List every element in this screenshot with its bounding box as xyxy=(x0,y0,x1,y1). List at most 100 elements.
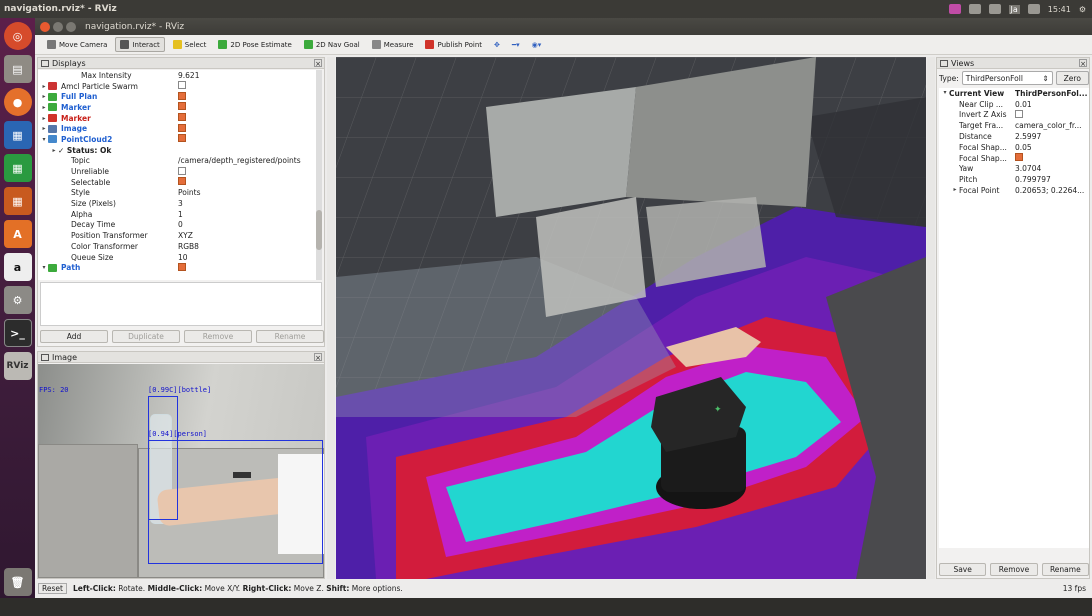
view-property-value[interactable]: 0.20653; 0.2264... xyxy=(1015,186,1084,195)
view-type-select[interactable]: ThirdPersonFoll ⇕ xyxy=(961,71,1053,85)
clock[interactable]: 15:41 xyxy=(1048,5,1071,14)
display-value[interactable]: /camera/depth_registered/points xyxy=(178,156,301,165)
zero-button[interactable]: Zero xyxy=(1055,71,1089,85)
display-row[interactable]: ▸ ✓ Status: Ok xyxy=(38,145,317,156)
displays-scrollbar[interactable] xyxy=(316,70,322,280)
view-property-value[interactable]: camera_color_fr... xyxy=(1015,121,1081,130)
display-row[interactable]: ▾ PointCloud2 xyxy=(38,134,317,145)
display-value[interactable]: XYZ xyxy=(178,231,193,240)
expand-arrow-icon[interactable]: ▾ xyxy=(941,89,949,98)
expand-arrow-icon[interactable]: ▸ xyxy=(40,83,48,90)
display-row[interactable]: Max Intensity 9.621 xyxy=(38,70,317,81)
view-property-value[interactable]: 0.799797 xyxy=(1015,175,1051,184)
minimize-button[interactable] xyxy=(53,21,63,32)
maximize-button[interactable] xyxy=(66,21,76,32)
view-property-value[interactable]: 0.01 xyxy=(1015,100,1032,109)
close-window-button[interactable] xyxy=(40,21,50,32)
indicator-icon[interactable] xyxy=(948,4,961,14)
remove-button[interactable]: Remove xyxy=(990,563,1038,576)
display-row[interactable]: ▾ Path xyxy=(38,262,317,273)
tool-measure[interactable]: Measure xyxy=(368,38,418,51)
view-property-row[interactable]: Distance 2.5997 xyxy=(939,131,1089,142)
ubuntu-home-icon[interactable]: ◎ xyxy=(3,22,32,50)
display-row[interactable]: Style Points xyxy=(38,188,317,199)
display-row[interactable]: Size (Pixels) 3 xyxy=(38,198,317,209)
writer-icon[interactable]: ▦ xyxy=(3,121,32,149)
tool-2d-nav-goal[interactable]: 2D Nav Goal xyxy=(300,38,364,51)
view-property-value[interactable]: ThirdPersonFol... xyxy=(1015,89,1087,98)
display-value[interactable]: RGB8 xyxy=(178,242,199,251)
tool-move-camera[interactable]: Move Camera xyxy=(43,38,111,51)
display-value[interactable]: 9.621 xyxy=(178,71,199,80)
firefox-icon[interactable]: ● xyxy=(3,88,32,116)
view-property-row[interactable]: Focal Shap... xyxy=(939,153,1089,164)
files-icon[interactable]: ▤ xyxy=(3,55,32,83)
eye-icon[interactable]: ◉▾ xyxy=(528,39,546,51)
display-row[interactable]: Topic/camera/depth_registered/points xyxy=(38,156,317,167)
rviz-icon[interactable]: RViz xyxy=(3,352,32,380)
add-button[interactable]: Add xyxy=(40,330,108,343)
settings-icon[interactable]: ⚙ xyxy=(3,286,32,314)
view-property-row[interactable]: Near Clip ... 0.01 xyxy=(939,99,1089,110)
volume-icon[interactable] xyxy=(1027,4,1040,14)
display-value[interactable]: 0 xyxy=(178,220,183,229)
close-icon[interactable]: × xyxy=(314,353,322,362)
display-row[interactable]: ▸ Marker xyxy=(38,113,317,124)
rename-button[interactable]: Rename xyxy=(1041,563,1089,576)
display-row[interactable]: ▸ Marker xyxy=(38,102,317,113)
rename-button[interactable]: Rename xyxy=(256,330,324,343)
close-icon[interactable]: × xyxy=(314,59,322,68)
display-row[interactable]: Decay Time 0 xyxy=(38,220,317,231)
display-row[interactable]: Selectable xyxy=(38,177,317,188)
view-property-row[interactable]: Pitch 0.799797 xyxy=(939,174,1089,185)
tool-2d-pose-estimate[interactable]: 2D Pose Estimate xyxy=(214,38,295,51)
expand-arrow-icon[interactable]: ▸ xyxy=(40,115,48,122)
enabled-checkbox[interactable] xyxy=(178,134,186,143)
enabled-checkbox[interactable] xyxy=(178,81,186,90)
view-property-row[interactable]: Yaw 3.0704 xyxy=(939,164,1089,175)
view-property-value[interactable]: 2.5997 xyxy=(1015,132,1041,141)
terminal-icon[interactable]: >_ xyxy=(3,319,32,347)
scrollbar-thumb[interactable] xyxy=(316,210,322,250)
expand-arrow-icon[interactable]: ▸ xyxy=(40,93,48,100)
view-property-row[interactable]: Focal Shap... 0.05 xyxy=(939,142,1089,153)
keyboard-layout[interactable]: Ja xyxy=(1008,4,1020,14)
expand-arrow-icon[interactable]: ▸ xyxy=(50,147,58,154)
display-row[interactable]: Unreliable xyxy=(38,166,317,177)
gear-icon[interactable]: ⚙ xyxy=(1079,5,1086,14)
display-row[interactable]: Queue Size 10 xyxy=(38,252,317,263)
tool-publish-point[interactable]: Publish Point xyxy=(421,38,486,51)
software-center-icon[interactable]: A xyxy=(3,220,32,248)
view-property-row[interactable]: Target Fra... camera_color_fr... xyxy=(939,120,1089,131)
expand-arrow-icon[interactable]: ▸ xyxy=(40,104,48,111)
enabled-checkbox[interactable] xyxy=(178,262,186,271)
calc-icon[interactable]: ▦ xyxy=(3,154,32,182)
enabled-checkbox[interactable] xyxy=(178,177,186,186)
view-property-row[interactable]: ▸ Focal Point 0.20653; 0.2264... xyxy=(939,185,1089,196)
display-row[interactable]: ▸ Amcl Particle Swarm xyxy=(38,81,317,92)
duplicate-button[interactable]: Duplicate xyxy=(112,330,180,343)
splitter[interactable] xyxy=(327,57,335,579)
reset-button[interactable]: Reset xyxy=(38,582,67,594)
display-row[interactable]: Alpha 1 xyxy=(38,209,317,220)
expand-arrow-icon[interactable]: ▸ xyxy=(951,186,959,195)
bluetooth-icon[interactable] xyxy=(988,4,1001,14)
enabled-checkbox[interactable] xyxy=(178,113,186,122)
display-value[interactable]: 1 xyxy=(178,210,183,219)
property-checkbox[interactable] xyxy=(1015,153,1023,162)
display-row[interactable]: ▸ Image xyxy=(38,123,317,134)
tool-select[interactable]: Select xyxy=(169,38,211,51)
display-row[interactable]: ▸ Full Plan xyxy=(38,91,317,102)
impress-icon[interactable]: ▦ xyxy=(3,187,32,215)
display-row[interactable]: Position Transformer XYZ xyxy=(38,230,317,241)
property-checkbox[interactable] xyxy=(1015,109,1023,118)
display-value[interactable]: 10 xyxy=(178,253,188,262)
enabled-checkbox[interactable] xyxy=(178,166,186,175)
display-value[interactable]: Points xyxy=(178,188,201,197)
3d-view[interactable]: ✦ xyxy=(336,57,926,579)
plus-icon[interactable]: ✥ xyxy=(490,39,504,51)
view-property-row[interactable]: ▾ Current View ThirdPersonFol... xyxy=(939,88,1089,99)
remove-button[interactable]: Remove xyxy=(184,330,252,343)
view-property-row[interactable]: Invert Z Axis xyxy=(939,109,1089,121)
enabled-checkbox[interactable] xyxy=(178,102,186,111)
